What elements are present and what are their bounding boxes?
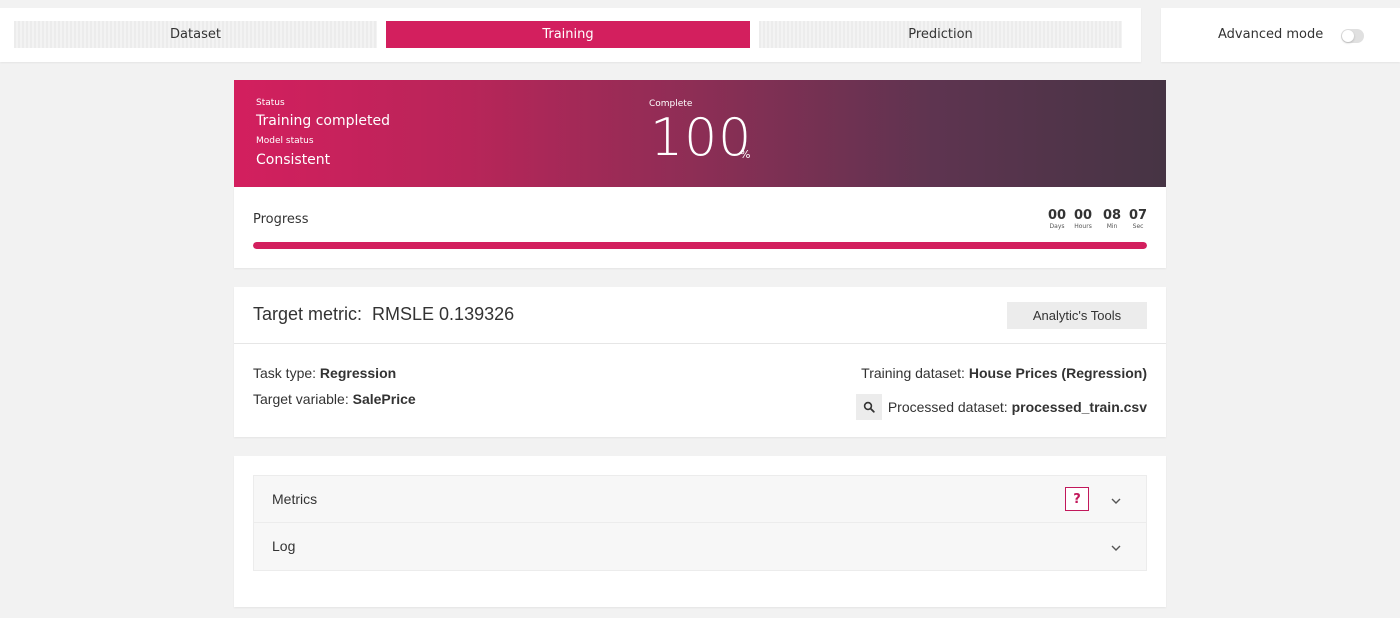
progress-bar-fill [253, 242, 1147, 249]
timer-hours-label: Hours [1074, 223, 1092, 230]
complete-percentage: 100 [650, 108, 753, 168]
model-status-label: Model status [256, 136, 314, 146]
target-metric-title: Target metric: RMSLE 0.139326 [253, 304, 514, 325]
toggle-knob [1342, 30, 1354, 42]
model-status-value: Consistent [256, 152, 331, 168]
target-variable-label: Target variable: [253, 391, 349, 407]
advanced-mode-label: Advanced mode [1218, 27, 1324, 42]
target-metric-label: Target metric: [253, 304, 363, 324]
progress-card: Progress 00 Days 00 Hours 08 Min 07 Sec [234, 187, 1166, 268]
processed-dataset-value: processed_train.csv [1011, 399, 1147, 415]
processed-dataset-label: Processed dataset: [887, 399, 1008, 415]
training-dataset-label: Training dataset: [861, 365, 965, 381]
training-dataset-value: House Prices (Regression) [968, 365, 1147, 381]
log-title: Log [272, 538, 296, 554]
percent-sign: % [740, 148, 751, 161]
accordion-metrics[interactable]: Metrics ? [253, 475, 1147, 523]
tab-prediction[interactable]: Prediction [759, 21, 1122, 48]
tab-training[interactable]: Training [386, 21, 750, 48]
task-type: Task type: Regression [253, 365, 396, 381]
timer-minutes-value: 08 [1103, 208, 1122, 223]
chevron-down-icon[interactable] [1110, 492, 1122, 511]
timer-hours: 00 Hours [1074, 208, 1092, 231]
training-dataset: Training dataset: House Prices (Regressi… [861, 365, 1147, 381]
tab-dataset[interactable]: Dataset [14, 21, 377, 48]
timer-seconds-value: 07 [1129, 208, 1148, 223]
target-metric-card: Target metric: RMSLE 0.139326 Analytic's … [234, 287, 1166, 437]
advanced-mode-panel: Advanced mode [1161, 8, 1400, 62]
timer-days: 00 Days [1048, 208, 1066, 231]
target-metric-header: Target metric: RMSLE 0.139326 Analytic's … [234, 287, 1166, 344]
timer-seconds: 07 Sec [1129, 208, 1147, 231]
step-navigation: Dataset Training Prediction [0, 8, 1141, 62]
results-accordion: Metrics ? Log [234, 456, 1166, 607]
status-label: Status [256, 98, 285, 108]
progress-bar [253, 242, 1147, 249]
progress-label: Progress [253, 212, 309, 227]
processed-dataset: Processed dataset: processed_train.csv [855, 394, 1147, 420]
chevron-down-icon[interactable] [1110, 539, 1122, 558]
status-value: Training completed [256, 113, 390, 129]
target-variable-value: SalePrice [352, 391, 416, 407]
timer-minutes-label: Min [1106, 223, 1118, 230]
analytic-tools-button[interactable]: Analytic's Tools [1007, 302, 1147, 329]
task-type-value: Regression [319, 365, 397, 381]
target-variable: Target variable: SalePrice [253, 391, 416, 407]
advanced-mode-toggle[interactable] [1341, 29, 1364, 43]
timer-hours-value: 00 [1074, 208, 1093, 223]
help-icon[interactable]: ? [1065, 487, 1089, 511]
status-banner: Status Training completed Model status C… [234, 80, 1166, 187]
timer-seconds-label: Sec [1132, 223, 1144, 230]
task-type-label: Task type: [253, 365, 317, 381]
search-icon[interactable] [855, 394, 882, 420]
timer-days-value: 00 [1048, 208, 1067, 223]
accordion-log[interactable]: Log [253, 523, 1147, 571]
timer-days-label: Days [1049, 223, 1065, 230]
target-metric-value: RMSLE 0.139326 [372, 304, 515, 324]
metrics-title: Metrics [272, 491, 318, 507]
timer-minutes: 08 Min [1103, 208, 1121, 231]
